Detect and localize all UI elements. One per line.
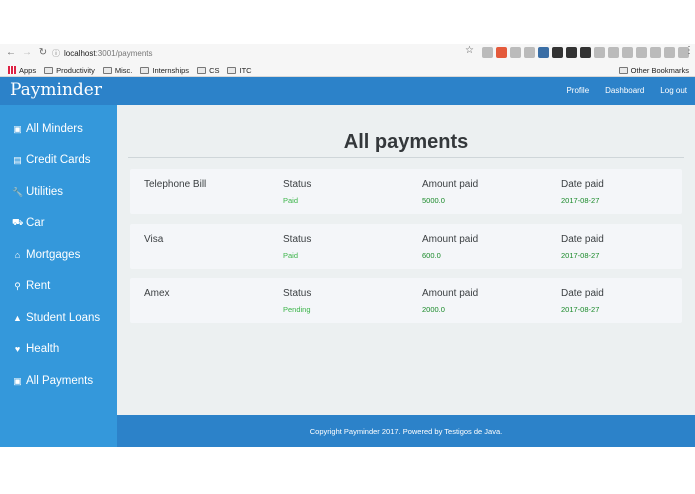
app-header: Payminder Profile Dashboard Log out bbox=[0, 77, 695, 105]
folder-icon bbox=[102, 66, 112, 74]
key-icon: ⚲ bbox=[14, 280, 21, 291]
folder-icon bbox=[44, 66, 54, 74]
extension-icon[interactable] bbox=[622, 47, 633, 58]
extension-icon[interactable] bbox=[510, 47, 521, 58]
amount-label: Amount paid bbox=[422, 234, 479, 245]
money-icon: ▣ bbox=[13, 123, 22, 134]
payment-card: Amex Status Pending Amount paid 2000.0 D… bbox=[130, 278, 682, 323]
date-value: 2017-08-27 bbox=[561, 196, 600, 205]
extension-icon[interactable] bbox=[580, 47, 591, 58]
bookmark-folder[interactable]: Internships bbox=[140, 66, 189, 75]
amount-value: 5000.0 bbox=[422, 196, 445, 205]
main-content: All payments Telephone Bill Status Paid … bbox=[117, 105, 695, 415]
amount-label: Amount paid bbox=[422, 288, 479, 299]
date-value: 2017-08-27 bbox=[561, 251, 600, 260]
extension-icon[interactable] bbox=[594, 47, 605, 58]
extension-icon[interactable] bbox=[566, 47, 577, 58]
browser-chrome: ← → ↻ ⓘ localhost:3001/payments ☆ ⋮ App… bbox=[0, 44, 695, 77]
sidebar-item-student-loans[interactable]: ▲ Student Loans bbox=[12, 310, 100, 326]
amount-value: 2000.0 bbox=[422, 305, 445, 314]
extension-icon[interactable] bbox=[664, 47, 675, 58]
nav-profile[interactable]: Profile bbox=[566, 86, 589, 95]
date-value: 2017-08-27 bbox=[561, 305, 600, 314]
bookmarks-bar: Apps Productivity Misc. Internships CS I… bbox=[0, 63, 695, 77]
url-host: localhost bbox=[64, 48, 96, 58]
folder-icon bbox=[197, 66, 207, 74]
money-icon: ▣ bbox=[13, 375, 22, 386]
bookmark-folder[interactable]: CS bbox=[197, 66, 219, 75]
top-nav: Profile Dashboard Log out bbox=[566, 86, 687, 95]
sidebar-item-car[interactable]: ⛟ Car bbox=[12, 215, 45, 231]
extension-icon[interactable] bbox=[552, 47, 563, 58]
folder-icon bbox=[227, 66, 237, 74]
sidebar-item-all-minders[interactable]: ▣ All Minders bbox=[12, 121, 83, 137]
extension-icon[interactable] bbox=[650, 47, 661, 58]
payment-name: Visa bbox=[144, 234, 164, 245]
back-arrow-icon[interactable]: ← bbox=[4, 47, 18, 58]
date-label: Date paid bbox=[561, 288, 604, 299]
status-value: Paid bbox=[283, 196, 299, 205]
extension-icon[interactable] bbox=[608, 47, 619, 58]
amount-label: Amount paid bbox=[422, 179, 479, 190]
nav-dashboard[interactable]: Dashboard bbox=[605, 86, 644, 95]
url-path: :3001/payments bbox=[95, 48, 153, 58]
extension-icon[interactable] bbox=[636, 47, 647, 58]
extension-icon[interactable] bbox=[538, 47, 549, 58]
status-label: Status bbox=[283, 179, 312, 190]
wrench-icon: 🔧 bbox=[12, 186, 24, 197]
sidebar-item-rent[interactable]: ⚲ Rent bbox=[12, 278, 50, 294]
footer-copyright: Copyright Payminder 2017. Powered by Tes… bbox=[309, 426, 503, 436]
extension-icon[interactable] bbox=[496, 47, 507, 58]
url-bar[interactable]: ⓘ localhost:3001/payments bbox=[52, 46, 480, 60]
payment-name: Telephone Bill bbox=[144, 179, 207, 190]
bookmark-folder[interactable]: ITC bbox=[227, 66, 252, 75]
forward-arrow-icon[interactable]: → bbox=[20, 47, 34, 58]
sidebar-item-mortgages[interactable]: ⌂ Mortgages bbox=[12, 247, 81, 263]
payment-card: Telephone Bill Status Paid Amount paid 5… bbox=[130, 169, 682, 214]
payment-card: Visa Status Paid Amount paid 600.0 Date … bbox=[130, 224, 682, 269]
extension-icons bbox=[482, 47, 689, 58]
title-divider bbox=[128, 157, 684, 158]
status-label: Status bbox=[283, 234, 312, 245]
folder-icon bbox=[140, 66, 150, 74]
sidebar-item-credit-cards[interactable]: ▤ Credit Cards bbox=[12, 152, 90, 168]
date-label: Date paid bbox=[561, 234, 604, 245]
address-row: ← → ↻ ⓘ localhost:3001/payments ☆ ⋮ bbox=[0, 44, 695, 62]
bookmark-folder[interactable]: Misc. bbox=[102, 66, 132, 75]
bookmark-star-icon[interactable]: ☆ bbox=[465, 45, 474, 56]
nav-logout[interactable]: Log out bbox=[660, 86, 687, 95]
status-value: Pending bbox=[283, 305, 311, 314]
extension-icon[interactable] bbox=[524, 47, 535, 58]
amount-value: 600.0 bbox=[422, 251, 441, 260]
menu-kebab-icon[interactable]: ⋮ bbox=[684, 45, 694, 56]
page-footer: Copyright Payminder 2017. Powered by Tes… bbox=[117, 415, 695, 447]
graduation-cap-icon: ▲ bbox=[13, 313, 22, 323]
status-value: Paid bbox=[283, 251, 299, 260]
heartbeat-icon: ♥ bbox=[14, 344, 21, 354]
info-icon: ⓘ bbox=[52, 48, 60, 58]
payment-name: Amex bbox=[144, 288, 170, 299]
folder-icon bbox=[618, 67, 628, 74]
apps-grid-icon bbox=[8, 66, 16, 74]
bookmark-apps[interactable]: Apps bbox=[8, 66, 36, 75]
sidebar-item-utilities[interactable]: 🔧 Utilities bbox=[12, 184, 63, 200]
status-label: Status bbox=[283, 288, 312, 299]
home-icon: ⌂ bbox=[14, 250, 21, 260]
reload-icon[interactable]: ↻ bbox=[36, 47, 50, 58]
bookmark-folder[interactable]: Productivity bbox=[44, 66, 95, 75]
sidebar-item-all-payments[interactable]: ▣ All Payments bbox=[12, 373, 93, 389]
other-bookmarks[interactable]: Other Bookmarks bbox=[618, 66, 689, 75]
credit-card-icon: ▤ bbox=[13, 154, 22, 165]
brand-logo[interactable]: Payminder bbox=[10, 80, 102, 100]
page-title: All payments bbox=[343, 131, 469, 153]
car-icon: ⛟ bbox=[12, 217, 24, 227]
sidebar: ▣ All Minders ▤ Credit Cards 🔧 Utilities… bbox=[0, 105, 117, 447]
extension-icon[interactable] bbox=[482, 47, 493, 58]
date-label: Date paid bbox=[561, 179, 604, 190]
sidebar-item-health[interactable]: ♥ Health bbox=[12, 341, 59, 357]
